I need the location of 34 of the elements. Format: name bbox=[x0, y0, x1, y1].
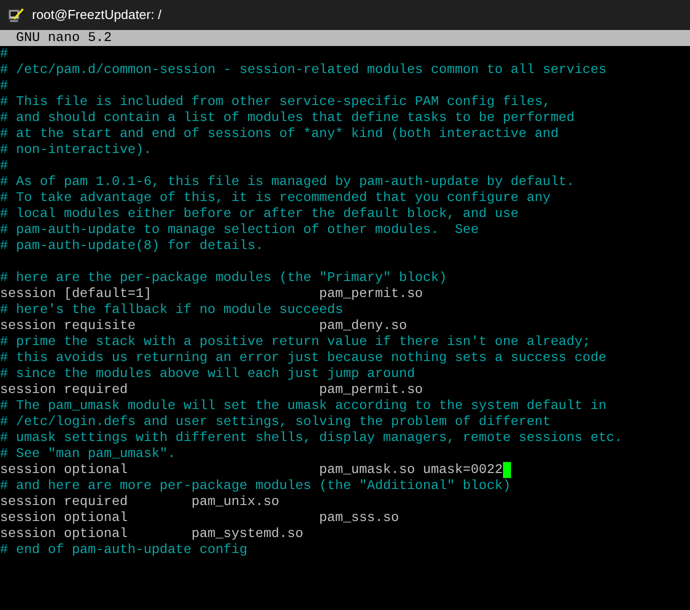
comment-line: # this avoids us returning an error just because nothing sets a success code bbox=[0, 350, 606, 366]
config-line: session optional pam_umask.so umask=0022 bbox=[0, 462, 503, 478]
comment-line: # As of pam 1.0.1-6, this file is managed by pam-auth-update by default. bbox=[0, 174, 575, 190]
comment-line: # at the start and end of sessions of *any* kind (both interactive and bbox=[0, 126, 559, 142]
comment-line: # /etc/login.defs and user settings, solving the problem of different bbox=[0, 414, 551, 430]
comment-line: # here's the fallback if no module succeeds bbox=[0, 302, 344, 318]
window-title: root@FreeztUpdater: / bbox=[32, 6, 162, 24]
comment-line: # local modules either before or after the default block, and use bbox=[0, 206, 519, 222]
config-line: session optional pam_sss.so bbox=[0, 510, 399, 526]
comment-line: # umask settings with different shells, display managers, remote sessions etc. bbox=[0, 430, 622, 446]
comment-line: # end of pam-auth-update config bbox=[0, 542, 248, 558]
config-line: session required pam_permit.so bbox=[0, 382, 423, 398]
comment-line: # pam-auth-update(8) for details. bbox=[0, 238, 264, 254]
comment-line: # here are the per-package modules (the "Primary" block) bbox=[0, 270, 447, 286]
comment-line: # since the modules above will each just jump around bbox=[0, 366, 415, 382]
comment-line: # non-interactive). bbox=[0, 142, 152, 158]
comment-line: # See "man pam_umask". bbox=[0, 446, 176, 462]
comment-line: # bbox=[0, 78, 8, 94]
terminal-icon bbox=[8, 7, 24, 23]
comment-line: # and should contain a list of modules that define tasks to be performed bbox=[0, 110, 575, 126]
comment-line: # bbox=[0, 46, 8, 62]
comment-line: # This file is included from other service-specific PAM config files, bbox=[0, 94, 551, 110]
comment-line: # bbox=[0, 158, 8, 174]
config-line: session requisite pam_deny.so bbox=[0, 318, 407, 334]
comment-line: # and here are more per-package modules (the "Additional" block) bbox=[0, 478, 511, 494]
comment-line: # The pam_umask module will set the umask according to the system default in bbox=[0, 398, 606, 414]
config-line: session [default=1] pam_permit.so bbox=[0, 286, 423, 302]
comment-line: # prime the stack with a positive return value if there isn't one already; bbox=[0, 334, 590, 350]
config-line: session optional pam_systemd.so bbox=[0, 526, 304, 542]
comment-line: # pam-auth-update to manage selection of other modules. See bbox=[0, 222, 479, 238]
comment-line: # To take advantage of this, it is recommended that you configure any bbox=[0, 190, 551, 206]
config-line: session required pam_unix.so bbox=[0, 494, 280, 510]
comment-line: # /etc/pam.d/common-session - session-related modules common to all services bbox=[0, 62, 606, 78]
editor-header: GNU nano 5.2 bbox=[0, 30, 690, 46]
